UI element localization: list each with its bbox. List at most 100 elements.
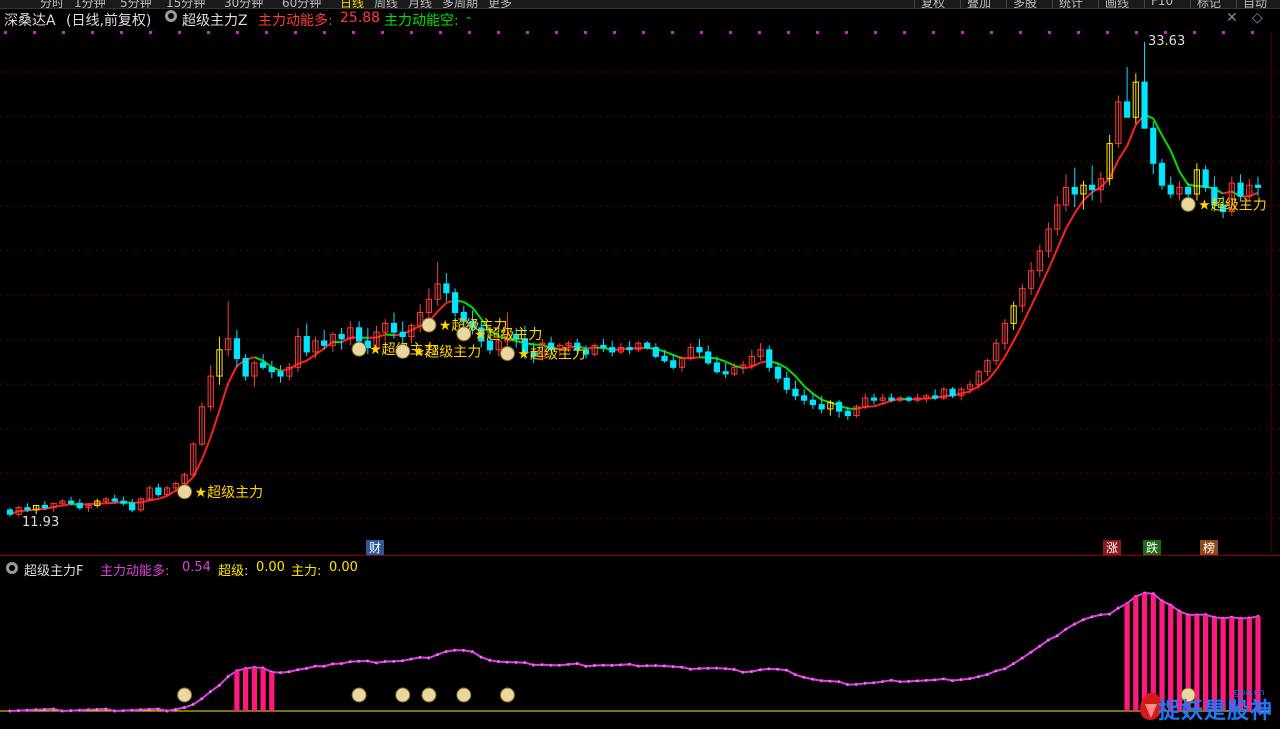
candle-body <box>626 347 633 351</box>
sub-curve-segment <box>1039 639 1050 647</box>
candle-body <box>844 410 851 417</box>
indicator-line-segment <box>436 302 448 313</box>
marker-dot <box>236 31 239 34</box>
indicator-line-segment <box>297 359 308 365</box>
candle-body <box>303 336 310 353</box>
marker-dot <box>787 31 790 34</box>
indicator-line-segment <box>1161 134 1172 152</box>
sub-curve-segment <box>210 684 221 693</box>
indicator-line-segment <box>1178 171 1190 186</box>
indicator-line-segment <box>1100 177 1111 188</box>
event-tag-fall[interactable]: 跌 <box>1143 540 1161 556</box>
indicator-line-segment <box>1108 159 1120 179</box>
candle-body <box>792 388 799 397</box>
candle-body <box>76 502 83 509</box>
sub-bar <box>260 667 266 711</box>
indicator-line-segment <box>1082 191 1093 201</box>
indicator-line-segment <box>227 365 238 384</box>
candle-body <box>766 349 773 368</box>
marker-dot <box>1077 31 1080 34</box>
candle-body <box>722 371 729 375</box>
candle-body <box>931 395 939 399</box>
money-bag-icon <box>1180 196 1196 212</box>
candle-body <box>1202 169 1209 188</box>
candle-body <box>643 342 651 349</box>
indicator-line-segment <box>1126 124 1137 147</box>
indicator-line-segment <box>201 436 212 460</box>
sub-indicator-name[interactable]: 超级主力F <box>24 560 83 579</box>
sub-curve-segment <box>1021 651 1032 659</box>
marker-dot <box>149 31 152 34</box>
indicator-line-segment <box>280 368 290 372</box>
candle-body <box>6 509 14 515</box>
indicator-line-segment <box>725 360 735 367</box>
sub-bar <box>243 668 249 711</box>
event-tag-finance[interactable]: 财 <box>366 540 384 556</box>
event-tag-rank[interactable]: 榜 <box>1200 540 1218 556</box>
indicator-line-segment <box>253 356 264 362</box>
candle-body <box>600 344 607 349</box>
candle-body <box>338 333 345 340</box>
indicator-line-segment <box>218 382 230 411</box>
signal-label: ★超级主力 <box>195 485 264 501</box>
indicator-line-segment <box>1222 190 1233 195</box>
indicator-line-segment <box>664 350 674 356</box>
candle-body <box>705 351 712 364</box>
sub-f2-value: 0.00 <box>256 560 285 575</box>
marker-dot <box>874 31 877 34</box>
candle-body <box>41 504 49 509</box>
marker-dot <box>1193 31 1196 34</box>
candle-body <box>609 347 616 353</box>
gear-icon[interactable] <box>6 562 18 574</box>
indicator-line-segment <box>209 409 221 438</box>
sub-curve-segment <box>1056 628 1067 637</box>
marker-dot <box>526 31 529 34</box>
candle-body <box>835 401 843 412</box>
marker-dot <box>120 31 123 34</box>
indicator-line-segment <box>585 346 595 350</box>
marker-dot <box>700 31 703 34</box>
marker-dot <box>178 31 181 34</box>
candle-body <box>888 397 895 401</box>
candle-body <box>451 292 459 313</box>
marker-dot <box>468 31 471 34</box>
money-bag-icon <box>351 341 367 357</box>
indicator-line-segment <box>1021 305 1032 325</box>
watermark-small: gpa.cn <box>1234 688 1265 698</box>
indicator-line-segment <box>1248 191 1259 198</box>
marker-dot <box>961 31 964 34</box>
indicator-line-segment <box>961 390 971 395</box>
candle-body <box>801 395 808 401</box>
money-bag-icon <box>456 687 472 703</box>
panel-divider[interactable] <box>0 555 1280 556</box>
event-tag-rise[interactable]: 涨 <box>1103 540 1121 556</box>
marker-dot <box>1048 31 1051 34</box>
marker-dot <box>1135 31 1138 34</box>
high-price-label: 33.63 <box>1148 34 1186 49</box>
watermark: 捉妖是股神 gpa.cn <box>1134 688 1280 726</box>
candle-body <box>111 498 118 502</box>
indicator-line-segment <box>995 356 1006 371</box>
money-bag-icon <box>395 343 411 359</box>
indicator-line-segment <box>306 353 317 362</box>
marker-dot <box>497 31 500 34</box>
candle-body <box>1237 182 1244 197</box>
candle-body <box>129 502 136 511</box>
sub-f2-label: 超级: <box>218 564 249 579</box>
candle-body <box>774 366 782 379</box>
indicator-line-segment <box>786 367 797 377</box>
sub-f1-value: 0.54 <box>182 560 211 575</box>
candle-body <box>905 397 913 401</box>
candle-body <box>1089 184 1096 191</box>
candle-body <box>268 366 275 373</box>
marker-dot <box>62 31 65 34</box>
indicator-line-segment <box>62 503 72 507</box>
sub-f3-label: 主力: <box>291 564 322 579</box>
indicator-line-segment <box>140 499 150 504</box>
candle-body <box>443 283 450 294</box>
sub-curve-segment <box>472 650 482 659</box>
indicator-line-segment <box>1117 145 1128 161</box>
candle-body <box>24 507 31 511</box>
indicator-line-segment <box>1012 323 1024 342</box>
indicator-line-segment <box>672 354 683 360</box>
